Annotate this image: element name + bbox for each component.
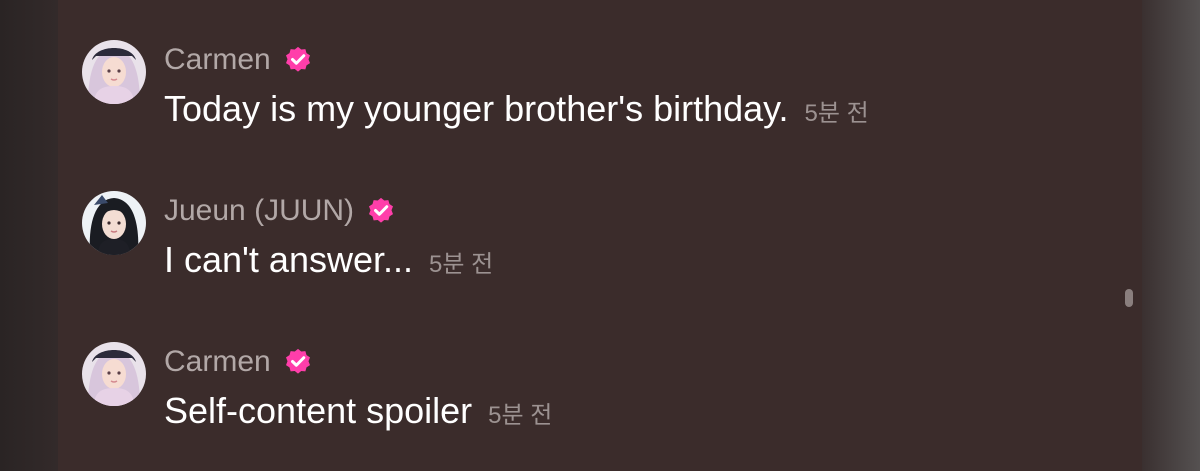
carmen-avatar-icon — [82, 342, 146, 406]
verified-badge-icon — [285, 348, 310, 374]
avatar[interactable] — [82, 191, 146, 255]
carmen-avatar-icon — [82, 40, 146, 104]
avatar[interactable] — [82, 40, 146, 104]
avatar[interactable] — [82, 342, 146, 406]
message-timestamp: 5분 전 — [429, 251, 494, 278]
author-row: Carmen — [164, 42, 313, 78]
chat-panel: Carmen Today is my younger brother's bir… — [58, 0, 1142, 471]
message-text: Today is my younger brother's birthday. — [164, 88, 789, 129]
jueun-avatar-icon — [82, 191, 146, 255]
chat-message: Carmen Self-content spoiler 5분 전 — [82, 342, 1082, 452]
left-backdrop — [0, 0, 58, 471]
verified-badge-icon — [285, 46, 310, 72]
message-text: I can't answer... — [164, 239, 413, 280]
author-row: Carmen — [164, 344, 313, 380]
verified-badge-icon — [369, 197, 394, 223]
message-row: Today is my younger brother's birthday. … — [164, 88, 869, 132]
author-name[interactable]: Carmen — [164, 345, 271, 379]
message-timestamp: 5분 전 — [804, 100, 869, 127]
chat-message: Carmen Today is my younger brother's bir… — [82, 40, 1082, 150]
message-row: I can't answer... 5분 전 — [164, 239, 493, 283]
chat-message: Jueun (JUUN) I can't answer... 5분 전 — [82, 191, 1082, 301]
message-text: Self-content spoiler — [164, 390, 473, 431]
author-row: Jueun (JUUN) — [164, 193, 396, 229]
message-row: Self-content spoiler 5분 전 — [164, 390, 552, 434]
scrollbar-thumb[interactable] — [1125, 289, 1133, 307]
message-timestamp: 5분 전 — [488, 402, 553, 429]
author-name[interactable]: Carmen — [164, 43, 271, 77]
author-name[interactable]: Jueun (JUUN) — [164, 194, 354, 228]
right-backdrop — [1142, 0, 1200, 471]
